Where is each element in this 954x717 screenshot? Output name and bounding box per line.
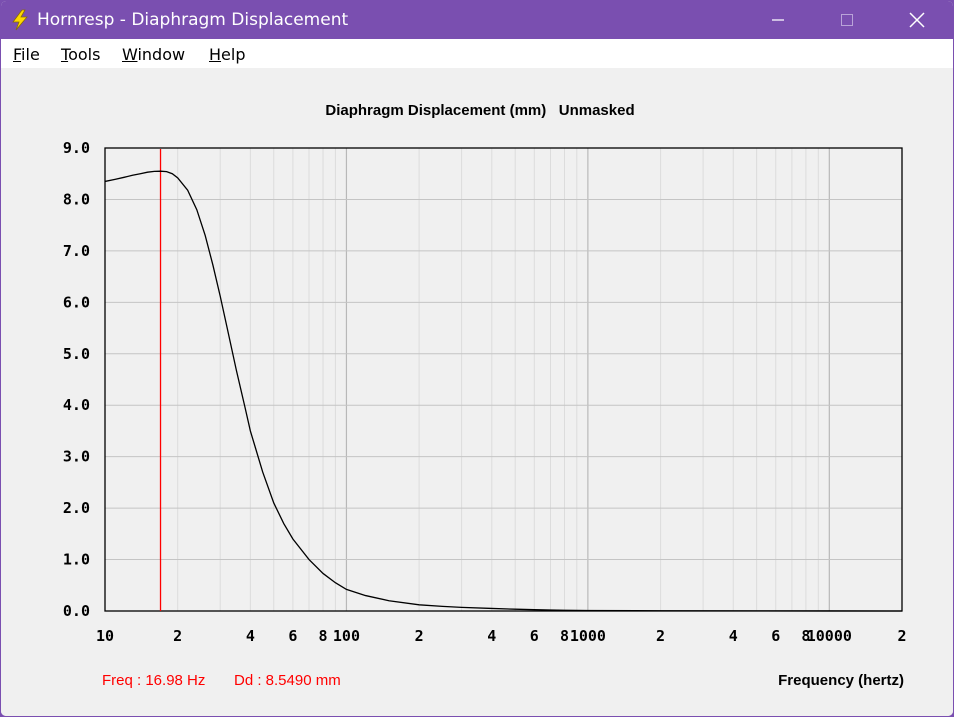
minimize-icon xyxy=(772,19,784,21)
x-axis-ticks: 10 2 4 6 8 100 2 4 6 8 1000 2 4 6 810000 2 xyxy=(96,627,907,645)
y-tick-label: 1.0 xyxy=(63,551,90,569)
window-title: Hornresp - Diaphragm Displacement xyxy=(37,10,349,30)
x-tick-label: 4 xyxy=(487,627,496,645)
lightning-bolt-icon xyxy=(12,9,28,31)
close-button[interactable] xyxy=(894,1,940,39)
x-tick-label: 2 xyxy=(415,627,424,645)
y-tick-label: 3.0 xyxy=(63,448,90,466)
menu-window[interactable]: Window xyxy=(122,45,185,64)
y-tick-label: 4.0 xyxy=(63,396,90,414)
x-tick-label: 6 xyxy=(771,627,780,645)
x-tick-label: 4 xyxy=(246,627,255,645)
plot-frame xyxy=(104,147,903,612)
displacement-series-line xyxy=(104,170,903,612)
y-tick-label: 8.0 xyxy=(63,190,90,208)
menu-file[interactable]: File xyxy=(13,45,40,64)
x-axis-label: Frequency (hertz) xyxy=(778,672,904,689)
y-tick-label: 5.0 xyxy=(63,345,90,363)
displacement-chart[interactable]: Diaphragm Displacement (mm) Unmasked 0.0… xyxy=(1,68,954,717)
x-tick-label: 6 xyxy=(288,627,297,645)
y-tick-label: 6.0 xyxy=(63,293,90,311)
y-tick-label: 0.0 xyxy=(63,602,90,620)
y-tick-label: 2.0 xyxy=(63,499,90,517)
x-tick-label: 100 xyxy=(333,627,360,645)
x-tick-label: 2 xyxy=(173,627,182,645)
menu-tools[interactable]: Tools xyxy=(61,45,100,64)
menu-help[interactable]: Help xyxy=(209,45,245,64)
close-icon xyxy=(909,12,925,28)
freq-readout: Freq : 16.98 Hz xyxy=(102,672,205,689)
x-tick-label: 8 xyxy=(319,627,328,645)
menu-bar: File Tools Window Help xyxy=(1,39,953,68)
x-tick-label: 10 xyxy=(96,627,114,645)
y-tick-label: 7.0 xyxy=(63,242,90,260)
dd-readout: Dd : 8.5490 mm xyxy=(234,672,341,689)
x-tick-label: 8 xyxy=(560,627,569,645)
title-bar[interactable]: Hornresp - Diaphragm Displacement xyxy=(1,1,953,39)
maximize-button[interactable] xyxy=(824,1,870,39)
x-tick-label: 1000 xyxy=(570,627,606,645)
x-tick-label: 4 xyxy=(729,627,738,645)
chart-title: Diaphragm Displacement (mm) Unmasked xyxy=(325,102,634,119)
x-tick-label: 6 xyxy=(530,627,539,645)
maximize-icon xyxy=(841,14,853,26)
minimize-button[interactable] xyxy=(755,1,801,39)
x-tick-label: 2 xyxy=(656,627,665,645)
y-axis-ticks: 0.0 1.0 2.0 3.0 4.0 5.0 6.0 7.0 8.0 9.0 xyxy=(63,139,90,620)
chart-area[interactable]: Diaphragm Displacement (mm) Unmasked 0.0… xyxy=(1,68,954,717)
chart-grid xyxy=(105,148,902,611)
x-tick-label: 2 xyxy=(897,627,906,645)
app-window: Hornresp - Diaphragm Displacement File T… xyxy=(0,0,954,717)
y-tick-label: 9.0 xyxy=(63,139,90,157)
x-tick-label: 10000 xyxy=(807,627,852,645)
